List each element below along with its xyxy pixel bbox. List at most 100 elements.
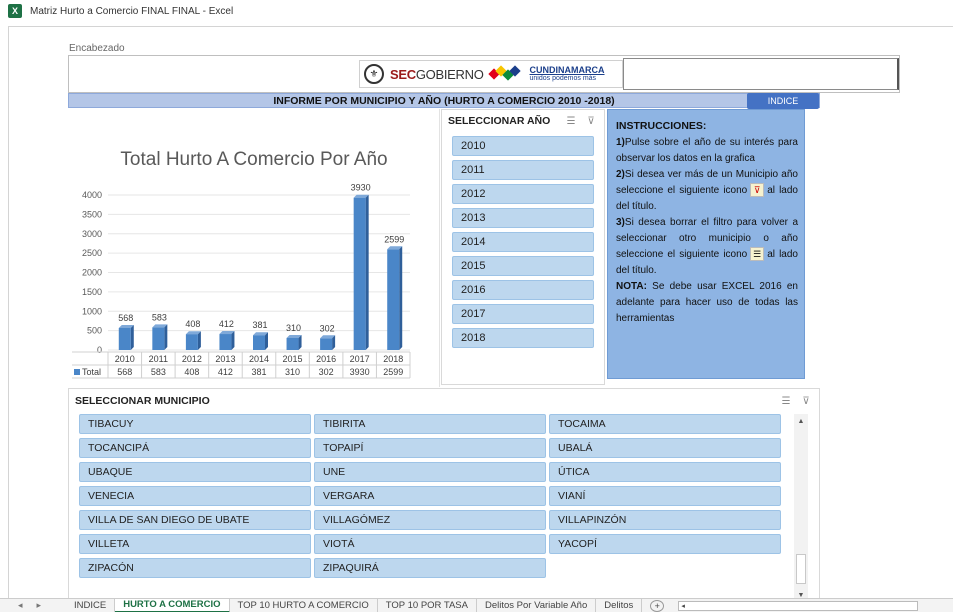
year-slicer: SELECCIONAR AÑO ☰ ⊽ 2010 2011 2012 2013 2014… xyxy=(441,109,605,385)
sheet-tab[interactable]: Delitos Por Variable Año xyxy=(477,598,597,612)
municipality-item[interactable]: TOPAIPÍ xyxy=(314,438,546,458)
municipality-item[interactable]: TOCAIMA xyxy=(549,414,781,434)
municipality-scrollbar[interactable]: ▲ ▼ xyxy=(794,414,808,602)
table-value: 3930 xyxy=(350,367,370,377)
sheet-tab[interactable]: TOP 10 POR TASA xyxy=(378,598,477,612)
table-value: 583 xyxy=(151,367,166,377)
year-item[interactable]: 2010 xyxy=(452,136,594,156)
report-title: INFORME POR MUNICIPIO Y AÑO (HURTO A COM… xyxy=(68,93,820,108)
bar xyxy=(185,334,198,350)
year-item[interactable]: 2016 xyxy=(452,280,594,300)
y-tick-label: 3000 xyxy=(82,229,102,239)
municipality-item[interactable]: YACOPÍ xyxy=(549,534,781,554)
clear-filter-icon: ⊽ xyxy=(750,183,765,198)
legend-label: Total xyxy=(82,367,101,377)
table-value: 412 xyxy=(218,367,233,377)
data-label: 381 xyxy=(252,320,267,330)
year-item[interactable]: 2011 xyxy=(452,160,594,180)
sheet-tab[interactable]: TOP 10 HURTO A COMERCIO xyxy=(230,598,378,612)
municipality-item[interactable]: UNE xyxy=(314,462,546,482)
y-tick-label: 2500 xyxy=(82,248,102,258)
scroll-thumb[interactable] xyxy=(796,554,806,584)
y-tick-label: 500 xyxy=(87,326,102,336)
x-tick-label: 2012 xyxy=(182,354,202,364)
window-title-bar: X Matriz Hurto a Comercio FINAL FINAL - … xyxy=(0,0,953,22)
municipality-item[interactable]: ZIPACÓN xyxy=(79,558,311,578)
year-item[interactable]: 2014 xyxy=(452,232,594,252)
municipality-item[interactable]: VIANÍ xyxy=(549,486,781,506)
municipality-item[interactable]: VENECIA xyxy=(79,486,311,506)
year-slicer-header: SELECCIONAR AÑO ☰ ⊽ xyxy=(442,110,604,132)
cundinamarca-logo: CUNDINAMARCA unidos podemos más xyxy=(529,65,605,83)
municipality-item[interactable]: TIBIRITA xyxy=(314,414,546,434)
bar-side xyxy=(265,332,268,350)
year-item[interactable]: 2012 xyxy=(452,184,594,204)
municipality-item[interactable]: UBAQUE xyxy=(79,462,311,482)
y-tick-label: 3500 xyxy=(82,209,102,219)
municipality-item[interactable]: VERGARA xyxy=(314,486,546,506)
data-label: 310 xyxy=(286,323,301,333)
x-tick-label: 2018 xyxy=(383,354,403,364)
data-label: 2599 xyxy=(384,234,404,244)
worksheet-area: Encabezado ⚜ SECGOBIERNO CUNDINAMARCA un… xyxy=(8,26,953,610)
prev-sheet-icon[interactable]: ◂ xyxy=(18,600,23,611)
data-label: 3930 xyxy=(351,183,371,193)
y-tick-label: 2000 xyxy=(82,268,102,278)
horizontal-scrollbar[interactable]: ◂ xyxy=(678,600,919,611)
year-item[interactable]: 2018 xyxy=(452,328,594,348)
instruction-note: NOTA: Se debe usar EXCEL 2016 en adelant… xyxy=(616,281,798,324)
sheet-tab[interactable]: Delitos xyxy=(596,598,643,612)
chart-svg: Total Hurto A Comercio Por Año 0 500 1000 15… xyxy=(72,149,411,379)
instructions-panel: INSTRUCCIONES: 1)Pulse sobre el año de s… xyxy=(607,109,805,379)
municipality-item[interactable]: VILLAPINZÓN xyxy=(549,510,781,530)
header-label: Encabezado xyxy=(69,43,125,54)
multi-select-icon[interactable]: ☰ xyxy=(564,115,578,127)
secgobierno-logo: SECGOBIERNO xyxy=(390,66,484,82)
municipality-item[interactable]: ZIPAQUIRÁ xyxy=(314,558,546,578)
x-tick-label: 2016 xyxy=(316,354,336,364)
municipality-item[interactable]: VILLETA xyxy=(79,534,311,554)
municipality-item[interactable]: VIOTÁ xyxy=(314,534,546,554)
municipality-item[interactable]: TIBACUY xyxy=(79,414,311,434)
scroll-up-icon[interactable]: ▲ xyxy=(794,414,808,428)
bar-side xyxy=(164,324,168,350)
clear-filter-icon[interactable]: ⊽ xyxy=(584,115,598,127)
y-tick-label: 1500 xyxy=(82,287,102,297)
year-item[interactable]: 2015 xyxy=(452,256,594,276)
add-sheet-button[interactable]: + xyxy=(650,599,665,612)
x-tick-label: 2011 xyxy=(149,354,168,364)
clear-filter-icon[interactable]: ⊽ xyxy=(799,395,813,407)
sheet-tab-bar: ◂ ▸ INDICE HURTO A COMERCIO TOP 10 HURTO A… xyxy=(0,598,953,612)
year-slicer-title: SELECCIONAR AÑO xyxy=(448,115,551,127)
multi-select-icon[interactable]: ☰ xyxy=(779,395,793,407)
municipality-item[interactable]: ÚTICA xyxy=(549,462,781,482)
year-item[interactable]: 2017 xyxy=(452,304,594,324)
total-chart[interactable]: Total Hurto A Comercio Por Año 0 500 1000 15… xyxy=(68,109,440,387)
header-right-cell[interactable] xyxy=(623,58,899,90)
x-tick-label: 2013 xyxy=(215,354,235,364)
municipality-item[interactable]: TOCANCIPÁ xyxy=(79,438,311,458)
x-tick-label: 2014 xyxy=(249,354,269,364)
bar xyxy=(118,327,131,350)
data-label: 408 xyxy=(185,319,200,329)
municipality-item[interactable]: VILLAGÓMEZ xyxy=(314,510,546,530)
municipality-item[interactable]: VILLA DE SAN DIEGO DE UBATE xyxy=(79,510,311,530)
bar-side xyxy=(365,194,369,350)
table-value: 381 xyxy=(251,367,266,377)
sheet-tab[interactable]: INDICE xyxy=(66,598,116,612)
bar-side xyxy=(399,246,403,350)
data-label: 302 xyxy=(320,323,335,333)
chart-title: Total Hurto A Comercio Por Año xyxy=(120,149,387,170)
header-logos: ⚜ SECGOBIERNO CUNDINAMARCA unidos podemo… xyxy=(359,60,623,88)
data-label: 583 xyxy=(152,312,167,322)
year-item[interactable]: 2013 xyxy=(452,208,594,228)
next-sheet-icon[interactable]: ▸ xyxy=(37,600,42,611)
x-tick-label: 2015 xyxy=(283,354,303,364)
municipality-item[interactable]: UBALÁ xyxy=(549,438,781,458)
indice-button[interactable]: INDICE xyxy=(747,93,819,109)
sheet-tab[interactable]: HURTO A COMERCIO xyxy=(115,598,230,612)
y-tick-label: 0 xyxy=(97,345,102,355)
government-seal-icon: ⚜ xyxy=(364,64,384,84)
table-value: 568 xyxy=(117,367,132,377)
bar xyxy=(286,337,299,350)
